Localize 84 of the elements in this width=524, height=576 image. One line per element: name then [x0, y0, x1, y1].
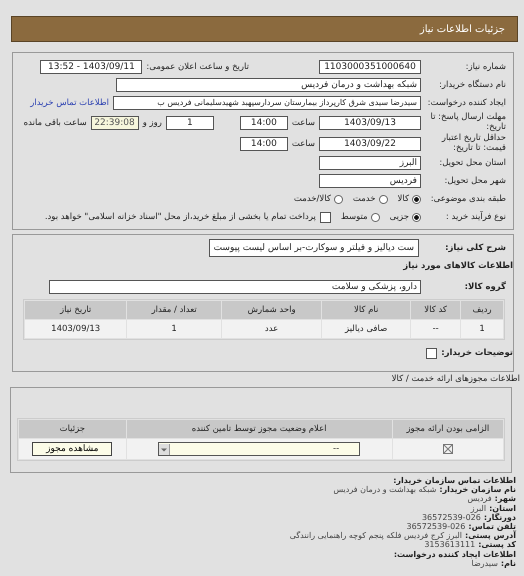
city-field: فردیس [319, 174, 421, 188]
validity-time-field: 14:00 [240, 136, 288, 150]
contact-value: البرز کرج فردیس فلکه پنجم کوچه راهنمایی رانندگی [290, 531, 462, 540]
radio-button[interactable] [378, 194, 388, 204]
time-label: ساعت [292, 138, 315, 148]
radio-button[interactable] [334, 194, 343, 204]
contact-value: فردیس [467, 494, 492, 504]
column-header: اعلام وضعیت مجوز توسط تامین کننده [126, 420, 392, 438]
contact-heading: اطلاعات تماس سازمان خریدار: [393, 476, 516, 485]
announce-date-field: 1403/09/11 - 13:52 [40, 60, 142, 74]
view-permit-button[interactable]: مشاهده مجوز [32, 442, 112, 456]
caret-icon [159, 444, 170, 454]
days-field: 1 [166, 116, 214, 130]
field-label: حداقل تاریخ اعتبار قیمت: تا تاریخ: [440, 134, 507, 153]
days-label: روز و [142, 118, 162, 128]
requester-field: سیدرضا سیدی شرق کارپرداز بیمارستان سردارسپهبد شهیدسلیمانی فردیس ب [113, 96, 421, 110]
field-label: طبقه بندی موضوعی: [430, 194, 507, 204]
contact-value: 026-36572539 [406, 522, 466, 532]
description-field: ست دیالیز و فیلتر و سوکارت-بر اساس لیست پیوست [208, 239, 419, 257]
field-label: ایجاد کننده درخواست: [426, 98, 507, 108]
deadline-date-field: 1403/09/13 [319, 116, 421, 130]
field-label: نوع فرآیند خرید : [444, 212, 507, 222]
need-number-field: 1103000351000640 [319, 60, 421, 74]
column-header: تاریخ نیاز [25, 301, 126, 319]
contact-label: شهر: [494, 494, 516, 504]
radio-label: متوسط [340, 212, 368, 222]
field-label: تاریخ و ساعت اعلان عمومی: [146, 62, 249, 72]
validity-date-field: 1403/09/22 [319, 136, 421, 150]
field-label: مهلت ارسال پاسخ: تا تاریخ: [430, 113, 507, 132]
contact-value: 026-36572539 [422, 512, 481, 522]
radio-label: کالا/خدمت [294, 194, 331, 204]
column-header: کد کالا [411, 301, 460, 319]
checkbox-label: پرداخت تمام یا بخشی از مبلغ خرید،از محل "اسناد خزانه اسلامی" خواهد بود. [44, 212, 316, 222]
field-label: استان محل تحویل: [438, 158, 507, 168]
checkbox[interactable] [320, 212, 331, 222]
field-label: شرح کلی نیاز: [444, 243, 507, 253]
radio-button[interactable] [412, 194, 421, 204]
column-header: واحد شمارش [222, 301, 322, 319]
column-header: تعداد / مقدار [127, 301, 221, 319]
contact-label: نام سازمان خریدار: [439, 485, 516, 494]
contact-value: سیدرضا [472, 558, 498, 568]
status-dropdown[interactable]: -- [158, 442, 360, 456]
contact-value: 3153613111 [424, 540, 476, 550]
section-title: اطلاعات مجوزهای ارائه خدمت / کالا [392, 374, 520, 384]
contact-heading: اطلاعات ایجاد کننده درخواست: [394, 550, 516, 559]
section-title: اطلاعات کالاهای مورد نیاز [403, 261, 513, 271]
radio-label: کالا [398, 194, 409, 204]
remaining-label: ساعت باقی مانده [24, 118, 87, 128]
contact-label: کد پستی: [478, 540, 516, 550]
field-label: نام دستگاه خریدار: [438, 80, 507, 90]
table-cell: 1 [127, 320, 221, 338]
checkbox[interactable] [426, 348, 438, 358]
time-label: ساعت [292, 118, 315, 128]
goods-group-field: دارو، پزشکی و سلامت [49, 280, 421, 294]
contact-value: شبکه بهداشت و درمان فردیس [333, 485, 436, 494]
contact-label: تلفن تماس: [468, 522, 516, 532]
remaining-time-field: 22:39:08 [90, 116, 139, 130]
radio-label: جزیی [390, 212, 409, 222]
column-header: نام کالا [322, 301, 410, 319]
contact-value: البرز [470, 504, 486, 513]
buyer-contact-link[interactable]: اطلاعات تماس خریدار [30, 98, 109, 108]
contact-label: نام: [500, 558, 516, 568]
table-cell: عدد [222, 320, 322, 338]
column-header: الزامی بودن ارائه مجوز [392, 420, 503, 438]
field-label: شماره نیاز: [464, 62, 507, 72]
field-label: شهر محل تحویل: [443, 176, 507, 186]
radio-label: خدمت [352, 194, 376, 204]
province-field: البرز [319, 156, 421, 170]
contact-label: استان: [489, 504, 516, 513]
contact-label: دورنگار: [484, 512, 516, 522]
page-title: جزئیات اطلاعات نیاز [420, 24, 505, 34]
deadline-time-field: 14:00 [240, 116, 288, 130]
field-label: گروه کالا: [464, 282, 507, 292]
table-cell: -- [411, 320, 460, 338]
column-header: جزئیات [19, 420, 126, 438]
column-header: ردیف [461, 301, 503, 319]
field-label: توضیحات خریدار: [441, 348, 513, 358]
table-cell: 1403/09/13 [25, 320, 126, 338]
table-cell: 1 [461, 320, 503, 338]
table-cell: صافی دیالیز [322, 320, 410, 338]
buyer-name-field: شبکه بهداشت و درمان فردیس [116, 78, 421, 92]
radio-button[interactable] [412, 212, 421, 222]
radio-button[interactable] [370, 212, 380, 222]
contact-label: آدرس پستی: [465, 531, 516, 540]
